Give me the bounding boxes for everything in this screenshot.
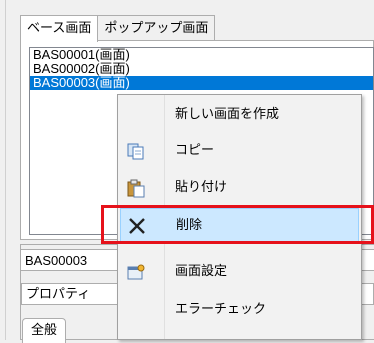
window-left-edge (0, 0, 6, 340)
tab-popup-screen[interactable]: ポップアップ画面 (97, 15, 216, 41)
window-top-edge (0, 0, 374, 6)
tab-general[interactable]: 全般 (22, 318, 67, 343)
list-item[interactable]: BAS00001(画面) (30, 48, 373, 62)
menu-item-label: 画面設定 (175, 264, 228, 279)
settings-icon (126, 262, 146, 282)
list-item[interactable]: BAS00002(画面) (30, 62, 373, 76)
menu-item-label: エラーチェック (175, 302, 267, 317)
tab-base-screen[interactable]: ベース画面 (20, 15, 99, 42)
menu-item-label: コピー (175, 143, 215, 158)
screen-tabs: ベース画面 ポップアップ画面 (20, 15, 216, 42)
context-menu: 新しい画面を作成 コピー 貼り付け 削除 画面設定 エラーチェック (117, 94, 362, 340)
menu-item-label: 貼り付け (175, 180, 228, 195)
list-item-selected[interactable]: BAS00003(画面) (30, 76, 373, 90)
menu-item-delete[interactable]: 削除 (120, 208, 359, 242)
paste-icon (126, 178, 146, 198)
menu-item-label: 削除 (176, 218, 203, 233)
menu-item-label: 新しい画面を作成 (175, 107, 280, 122)
menu-item-paste[interactable]: 貼り付け (120, 171, 359, 205)
delete-icon (127, 216, 147, 236)
menu-item-new-screen[interactable]: 新しい画面を作成 (120, 98, 359, 132)
menu-item-screen-settings[interactable]: 画面設定 (120, 255, 359, 289)
copy-icon (126, 141, 146, 161)
menu-item-copy[interactable]: コピー (120, 134, 359, 168)
menu-item-error-check[interactable]: エラーチェック (120, 293, 359, 327)
